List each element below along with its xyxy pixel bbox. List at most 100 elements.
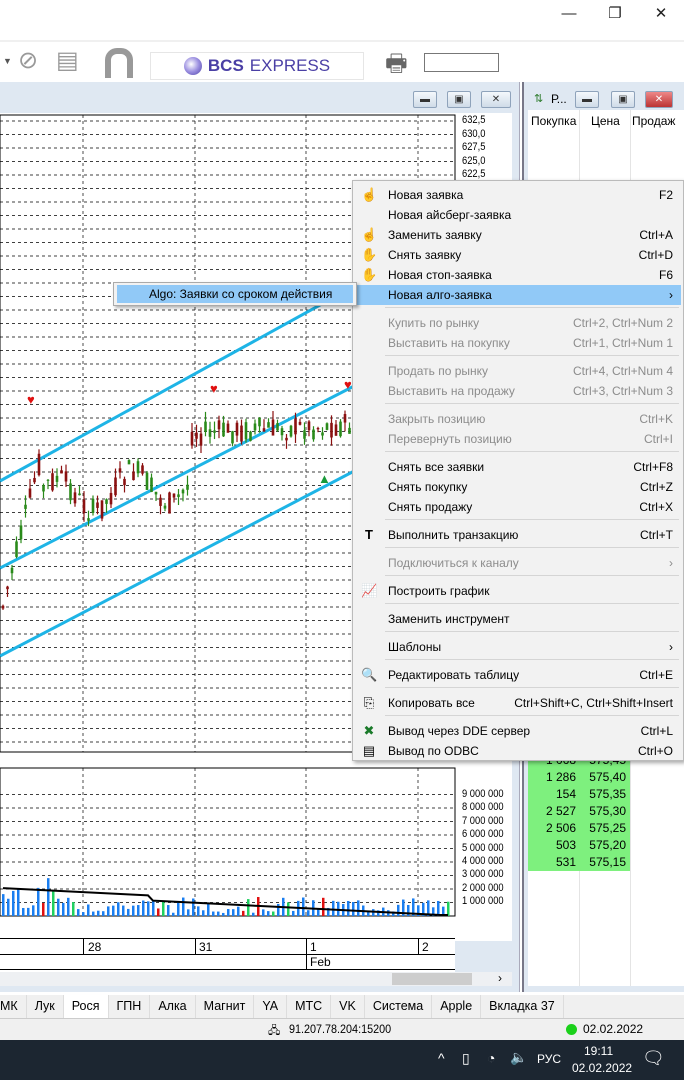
menu-item[interactable]: ✋ Новая стоп-заявка F6 bbox=[355, 265, 681, 285]
menu-item[interactable]: Выставить на покупку Ctrl+1, Ctrl+Num 1 bbox=[355, 333, 681, 353]
orderbook-row[interactable]: 2 506 575,25 bbox=[528, 820, 684, 837]
menu-item[interactable]: Снять все заявки Ctrl+F8 bbox=[355, 457, 681, 477]
orderbook-row[interactable]: 154 575,35 bbox=[528, 786, 684, 803]
ob-minimize-button[interactable]: ▬ bbox=[575, 91, 599, 108]
orderbook-row[interactable]: 1 286 575,40 bbox=[528, 769, 684, 786]
tab-item[interactable]: МТС bbox=[287, 995, 332, 1018]
volume-bar bbox=[122, 905, 125, 916]
menu-separator bbox=[385, 519, 679, 520]
show-hidden-icons[interactable]: ^ bbox=[438, 1050, 445, 1066]
menu-item-label: Вывод через DDE сервер bbox=[388, 724, 531, 738]
scroll-right-icon[interactable]: › bbox=[498, 971, 502, 985]
volume-bar bbox=[127, 908, 130, 916]
submenu-item-algo-expiry[interactable]: Algo: Заявки со сроком действия bbox=[117, 285, 353, 303]
search-input[interactable] bbox=[424, 53, 499, 72]
tab-item[interactable]: Вкладка 37 bbox=[481, 995, 564, 1018]
clock-date[interactable]: 02.02.2022 bbox=[572, 1061, 632, 1075]
minimize-button[interactable]: — bbox=[546, 0, 592, 26]
menu-item-label: Снять заявку bbox=[388, 248, 462, 262]
menu-item[interactable]: Продать по рынку Ctrl+4, Ctrl+Num 4 bbox=[355, 361, 681, 381]
orderbook-row[interactable]: 503 575,20 bbox=[528, 837, 684, 854]
volume-bar bbox=[322, 897, 325, 916]
restore-button[interactable]: ❐ bbox=[592, 0, 638, 26]
tab-item[interactable]: Лук bbox=[27, 995, 64, 1018]
volume-bar bbox=[212, 911, 215, 916]
menu-item[interactable]: Новая айсберг-заявка bbox=[355, 205, 681, 225]
menu-item[interactable]: Новая алго-заявка › bbox=[355, 285, 681, 305]
language-indicator[interactable]: РУС bbox=[537, 1052, 561, 1066]
tab-item[interactable]: Система bbox=[365, 995, 433, 1018]
pencils-icon[interactable]: ▤ bbox=[56, 46, 79, 75]
column-header-sell[interactable]: Продаж bbox=[632, 114, 675, 128]
menu-item[interactable]: ✖ Вывод через DDE сервер Ctrl+L bbox=[355, 721, 681, 741]
hide-icon[interactable]: ⊘ bbox=[18, 46, 38, 75]
tab-item[interactable]: YA bbox=[254, 995, 288, 1018]
orderbook-row[interactable]: 531 575,15 bbox=[528, 854, 684, 871]
menu-item[interactable]: ▤ Вывод по ODBC Ctrl+O bbox=[355, 741, 681, 761]
candle-body bbox=[325, 423, 329, 430]
horizontal-scrollbar[interactable]: › bbox=[0, 971, 512, 986]
menu-separator bbox=[385, 575, 679, 576]
mdi-close-button[interactable]: ✕ bbox=[481, 91, 511, 108]
menu-item[interactable]: Перевернуть позицию Ctrl+I bbox=[355, 429, 681, 449]
price-tick-label: 627,5 bbox=[462, 141, 486, 153]
taskbar: ^ ▯ ◔ 🔈 РУС 19:11 02.02.2022 🗨 bbox=[0, 1040, 684, 1080]
candle-body bbox=[1, 605, 5, 609]
menu-item[interactable]: Заменить инструмент bbox=[355, 609, 681, 629]
print-preview-icon[interactable]: 🖶 bbox=[385, 46, 408, 87]
tab-item[interactable]: Apple bbox=[432, 995, 482, 1018]
tab-item[interactable]: МК bbox=[0, 995, 27, 1018]
ob-close-button[interactable]: ✕ bbox=[645, 91, 673, 108]
dropdown-arrow-icon[interactable]: ▼ bbox=[3, 56, 12, 66]
menu-item[interactable]: Шаблоны › bbox=[355, 637, 681, 657]
menu-item[interactable]: Снять покупку Ctrl+Z bbox=[355, 477, 681, 497]
tab-item[interactable]: VK bbox=[331, 995, 365, 1018]
menu-item-label: Купить по рынку bbox=[388, 316, 480, 330]
menu-item[interactable]: T Выполнить транзакцию Ctrl+T bbox=[355, 525, 681, 545]
mdi-restore-button[interactable]: ▣ bbox=[447, 91, 471, 108]
volume-bar bbox=[107, 906, 110, 916]
tab-item[interactable]: Алка bbox=[150, 995, 196, 1018]
menu-item[interactable]: Закрыть позицию Ctrl+K bbox=[355, 409, 681, 429]
candle-body bbox=[235, 422, 239, 436]
menu-item[interactable]: ☝ Новая заявка F2 bbox=[355, 185, 681, 205]
menu-item[interactable]: Выставить на продажу Ctrl+3, Ctrl+Num 3 bbox=[355, 381, 681, 401]
candle-body bbox=[339, 421, 342, 437]
price: 575,35 bbox=[589, 787, 626, 801]
magnet-icon[interactable] bbox=[105, 48, 133, 78]
scrollbar-thumb[interactable] bbox=[392, 973, 472, 985]
volume-bar bbox=[67, 897, 70, 916]
menu-item[interactable]: 🔍 Редактировать таблицу Ctrl+E bbox=[355, 665, 681, 685]
menu-item[interactable]: ⎘ Копировать все Ctrl+Shift+C, Ctrl+Shift+… bbox=[355, 693, 681, 713]
volume-bar bbox=[42, 902, 45, 916]
bid-qty: 154 bbox=[555, 787, 576, 801]
candle-body bbox=[82, 499, 86, 514]
column-header-buy[interactable]: Покупка bbox=[531, 114, 576, 128]
mdi-minimize-button[interactable]: ▬ bbox=[413, 91, 437, 108]
meet-now-icon[interactable]: ▯ bbox=[462, 1050, 470, 1067]
clock-time[interactable]: 19:11 bbox=[584, 1044, 613, 1058]
menu-item[interactable]: ☝ Заменить заявку Ctrl+A bbox=[355, 225, 681, 245]
menu-item-shortcut: Ctrl+X bbox=[639, 500, 673, 514]
menu-item[interactable]: 📈 Построить график bbox=[355, 581, 681, 601]
candle-body bbox=[208, 429, 212, 437]
volume-chart[interactable]: 9 000 000 8 000 000 7 000 000 6 000 000 5 00… bbox=[0, 763, 512, 941]
menu-item[interactable]: Снять продажу Ctrl+X bbox=[355, 497, 681, 517]
candle-body bbox=[280, 428, 284, 436]
candle-body bbox=[307, 421, 311, 431]
menu-item[interactable]: Купить по рынку Ctrl+2, Ctrl+Num 2 bbox=[355, 313, 681, 333]
notifications-icon[interactable]: 🗨 bbox=[642, 1048, 665, 1069]
volume-bar bbox=[287, 902, 290, 916]
orderbook-row[interactable]: 2 527 575,30 bbox=[528, 803, 684, 820]
tab-item[interactable]: Магнит bbox=[196, 995, 255, 1018]
volume-tick-label: 6 000 000 bbox=[462, 828, 504, 841]
tab-item[interactable]: Рося bbox=[63, 995, 109, 1018]
tab-item[interactable]: ГПН bbox=[109, 995, 151, 1018]
close-button[interactable]: ✕ bbox=[638, 0, 684, 26]
menu-item[interactable]: ✋ Снять заявку Ctrl+D bbox=[355, 245, 681, 265]
wifi-icon[interactable]: ◔ bbox=[487, 1050, 495, 1066]
volume-icon[interactable]: 🔈 bbox=[510, 1049, 527, 1066]
ob-restore-button[interactable]: ▣ bbox=[611, 91, 635, 108]
menu-item[interactable]: Подключиться к каналу › bbox=[355, 553, 681, 573]
column-header-price[interactable]: Цена bbox=[591, 114, 620, 128]
